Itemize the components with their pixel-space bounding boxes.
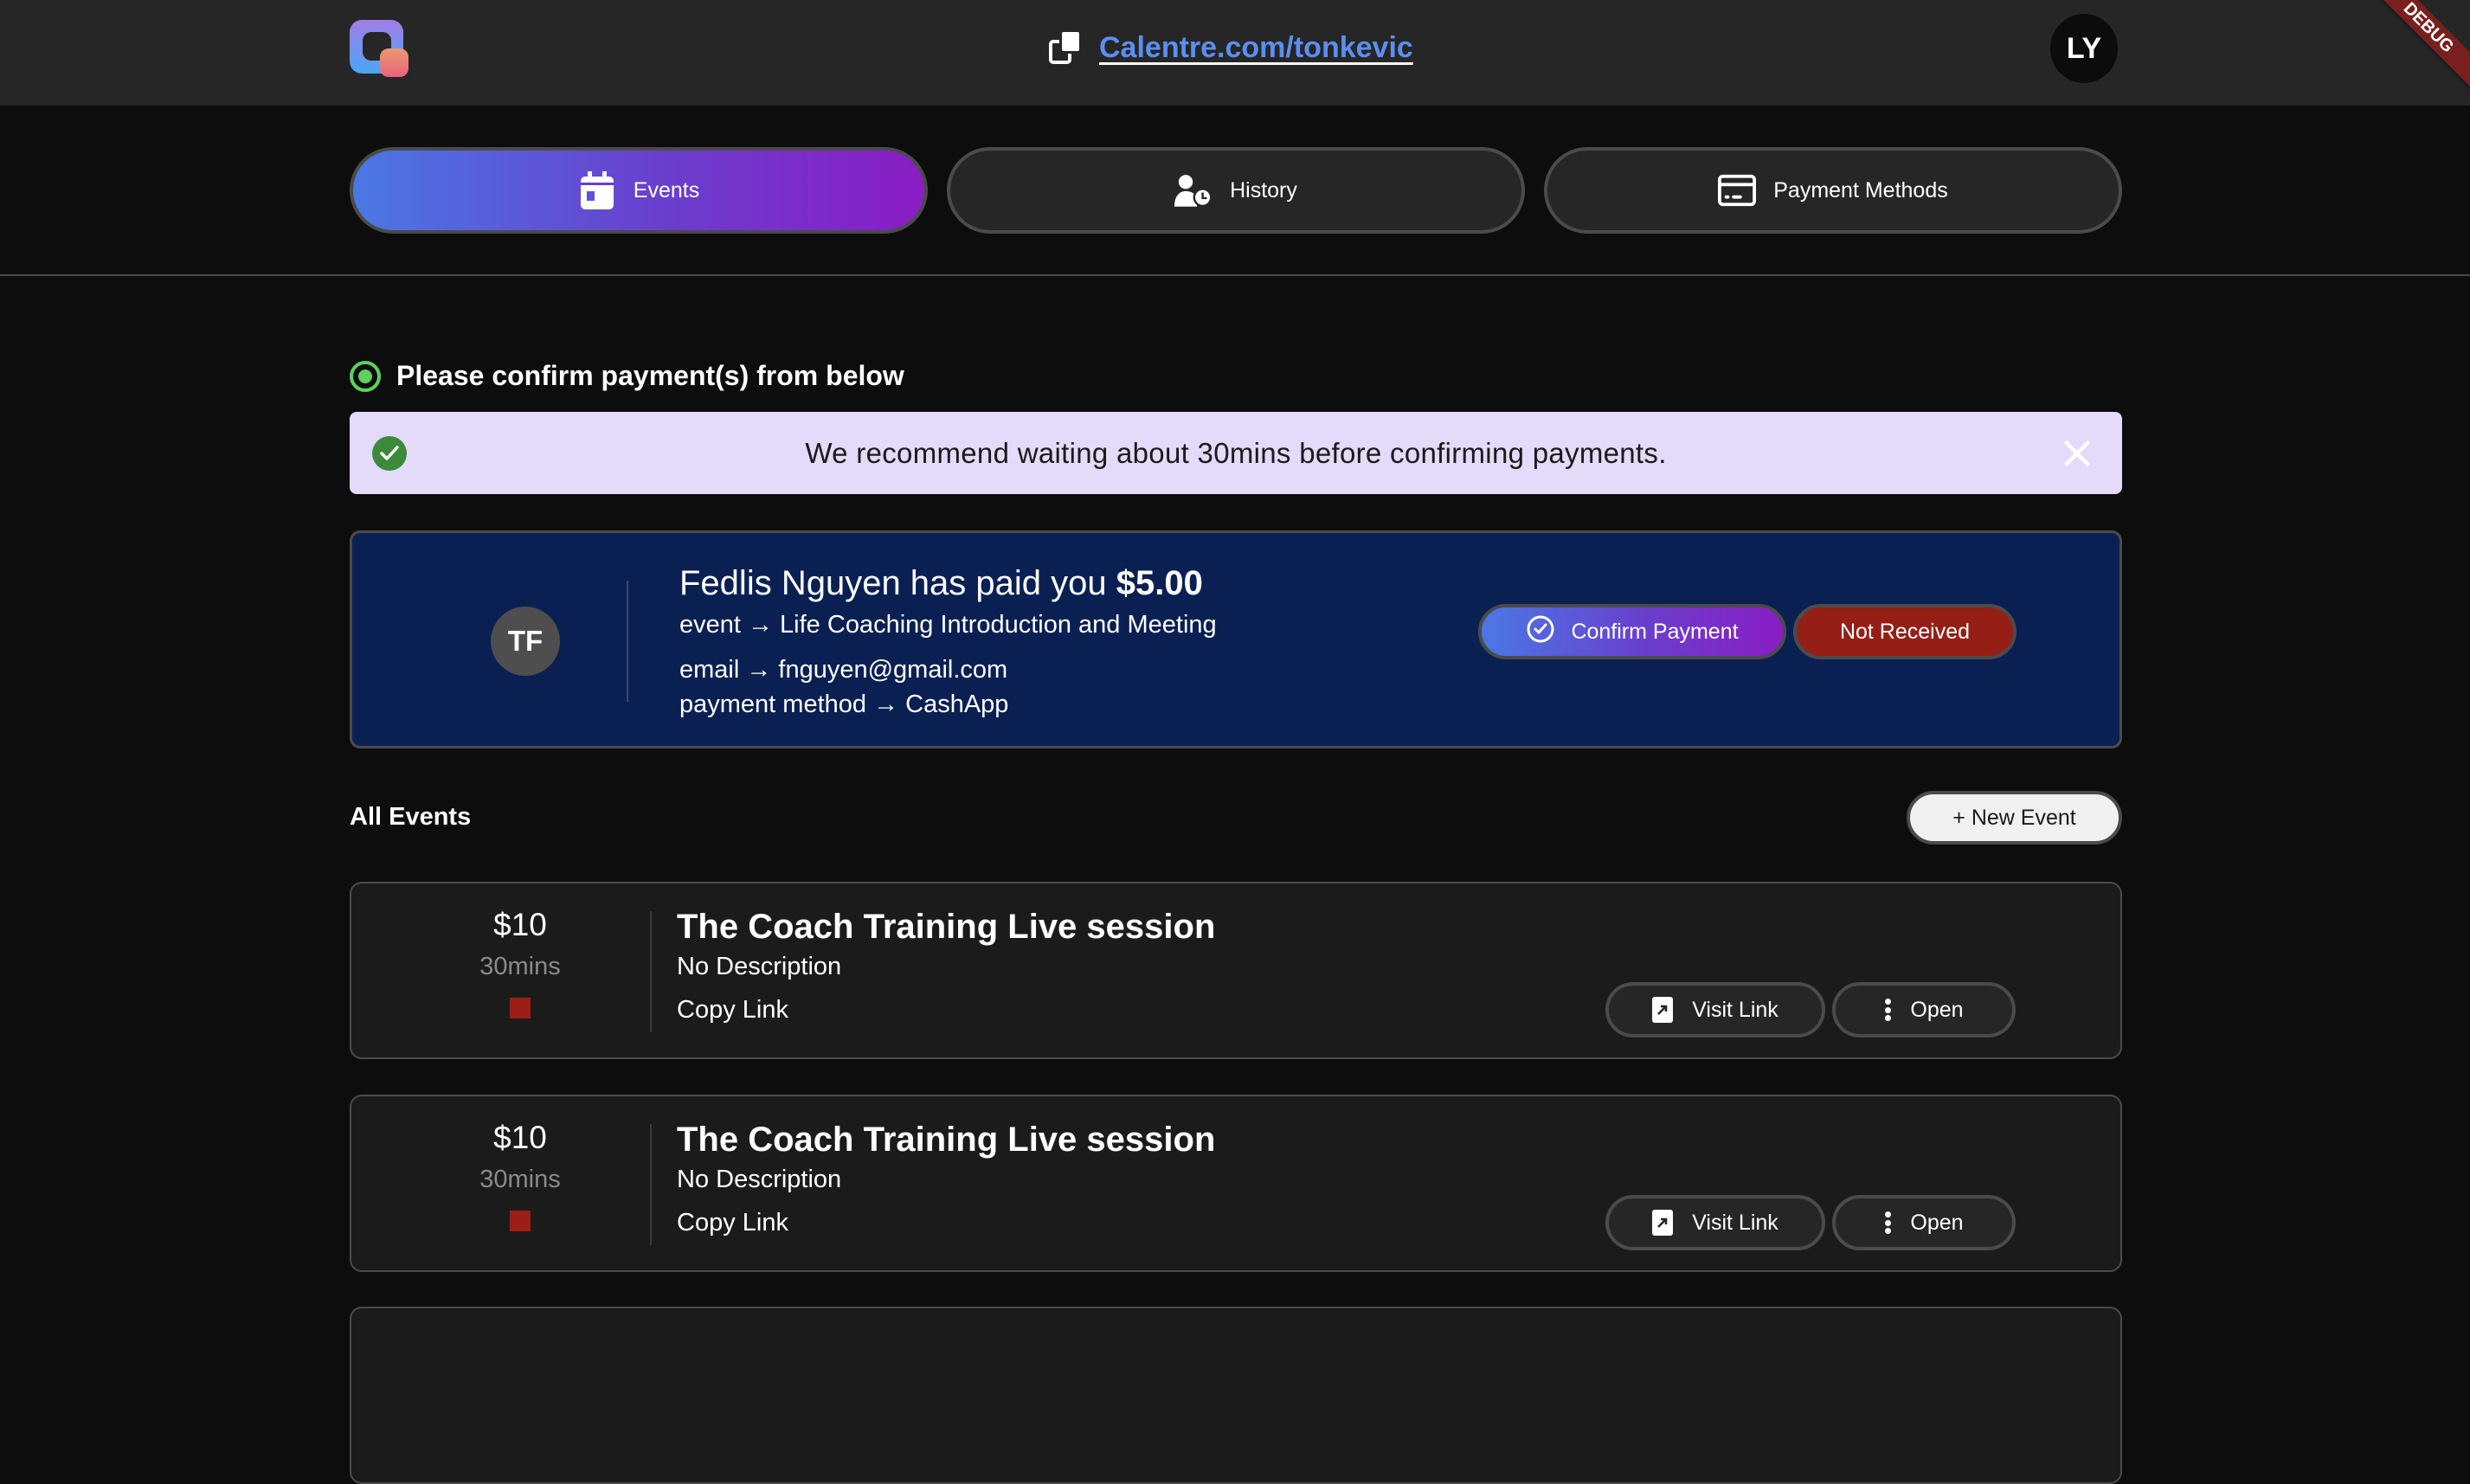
info-alert: We recommend waiting about 30mins before… — [350, 412, 2122, 494]
payment-card-divider — [627, 581, 628, 702]
more-vertical-icon — [1884, 1211, 1891, 1234]
event-actions: Visit Link Open — [1605, 982, 2016, 1038]
copy-link-button[interactable]: Copy Link — [677, 1205, 1215, 1240]
status-dot-icon — [350, 360, 381, 392]
new-event-button[interactable]: + New Event — [1907, 791, 2122, 845]
payment-actions: Confirm Payment Not Received — [1478, 604, 2017, 659]
user-clock-icon — [1174, 171, 1212, 209]
app-header: Calentre.com/tonkevic LY DEBUG — [0, 0, 2470, 106]
main-tabs: Events History Payment Methods — [350, 147, 2122, 234]
event-duration: 30mins — [479, 1166, 561, 1193]
profile-url-link[interactable]: Calentre.com/tonkevic — [1099, 31, 1413, 65]
event-actions: Visit Link Open — [1605, 1195, 2016, 1250]
event-body: The Coach Training Live session No Descr… — [677, 1115, 1215, 1240]
visit-link-button[interactable]: Visit Link — [1605, 1195, 1825, 1250]
payment-title: Fedlis Nguyen has paid you $5.00 — [679, 559, 1217, 607]
confirm-payment-button[interactable]: Confirm Payment — [1478, 604, 1786, 659]
event-price: $10 — [493, 907, 547, 942]
event-body: The Coach Training Live session No Descr… — [677, 903, 1215, 1027]
event-card-divider — [650, 911, 652, 1032]
confirm-payment-label: Confirm Payment — [1571, 619, 1739, 644]
event-meta: $10 30mins — [455, 903, 585, 1018]
tab-events-label: Events — [633, 177, 700, 202]
check-circle-outline-icon — [1526, 614, 1555, 650]
payer-avatar: TF — [491, 607, 560, 676]
copy-link-button[interactable]: Copy Link — [677, 993, 1215, 1027]
logo-dot — [380, 48, 408, 77]
event-description: No Description — [677, 1166, 842, 1193]
all-events-title: All Events — [350, 803, 472, 831]
more-vertical-icon — [1884, 999, 1891, 1021]
visit-link-button[interactable]: Visit Link — [1605, 982, 1825, 1038]
payment-email: email → fnguyen@gmail.com — [679, 656, 1008, 684]
credit-card-icon — [1718, 171, 1757, 209]
open-label: Open — [1910, 997, 1964, 1022]
visit-link-label: Visit Link — [1692, 1210, 1779, 1235]
external-link-icon — [1652, 1210, 1674, 1236]
open-button[interactable]: Open — [1832, 982, 2016, 1038]
event-price: $10 — [493, 1120, 547, 1155]
event-color-swatch — [510, 1211, 531, 1231]
tab-payment-methods-label: Payment Methods — [1773, 177, 1948, 202]
user-avatar[interactable]: LY — [2050, 14, 2118, 83]
event-card-divider — [650, 1124, 652, 1245]
event-card-partial — [350, 1307, 2122, 1484]
app-logo[interactable] — [350, 20, 408, 77]
alert-message: We recommend waiting about 30mins before… — [805, 436, 1667, 469]
tab-history-label: History — [1230, 177, 1297, 202]
profile-url: Calentre.com/tonkevic — [1049, 26, 1413, 69]
event-description: No Description — [677, 953, 842, 980]
external-link-icon — [1652, 997, 1674, 1023]
visit-link-label: Visit Link — [1692, 997, 1779, 1022]
payment-title-prefix: Fedlis Nguyen has paid you — [679, 564, 1116, 602]
calendar-icon — [578, 171, 616, 209]
payment-amount: $5.00 — [1116, 564, 1203, 602]
event-card: $10 30mins The Coach Training Live sessi… — [350, 1095, 2122, 1272]
payment-method: payment method → CashApp — [679, 691, 1009, 718]
not-received-button[interactable]: Not Received — [1793, 604, 2017, 659]
event-card: $10 30mins The Coach Training Live sessi… — [350, 882, 2122, 1059]
section-divider — [0, 274, 2470, 276]
tab-payment-methods[interactable]: Payment Methods — [1544, 147, 2122, 234]
confirm-heading: Please confirm payment(s) from below — [350, 360, 904, 392]
confirm-heading-text: Please confirm payment(s) from below — [396, 360, 904, 391]
open-button[interactable]: Open — [1832, 1195, 2016, 1250]
event-meta: $10 30mins — [455, 1115, 585, 1231]
tab-events[interactable]: Events — [350, 147, 928, 234]
event-title: The Coach Training Live session — [677, 908, 1216, 946]
event-title: The Coach Training Live session — [677, 1121, 1216, 1159]
check-circle-icon — [372, 436, 407, 471]
event-color-swatch — [510, 998, 531, 1018]
debug-banner: DEBUG — [2358, 0, 2470, 98]
payment-event: event → Life Coaching Introduction and M… — [679, 611, 1217, 639]
close-icon[interactable] — [2058, 434, 2096, 472]
copy-icon[interactable] — [1049, 29, 1082, 66]
payment-info: Fedlis Nguyen has paid you $5.00 event →… — [679, 559, 1217, 722]
event-duration: 30mins — [479, 953, 561, 980]
tab-history[interactable]: History — [947, 147, 1525, 234]
open-label: Open — [1910, 1210, 1964, 1235]
payment-card: TF Fedlis Nguyen has paid you $5.00 even… — [350, 530, 2122, 748]
